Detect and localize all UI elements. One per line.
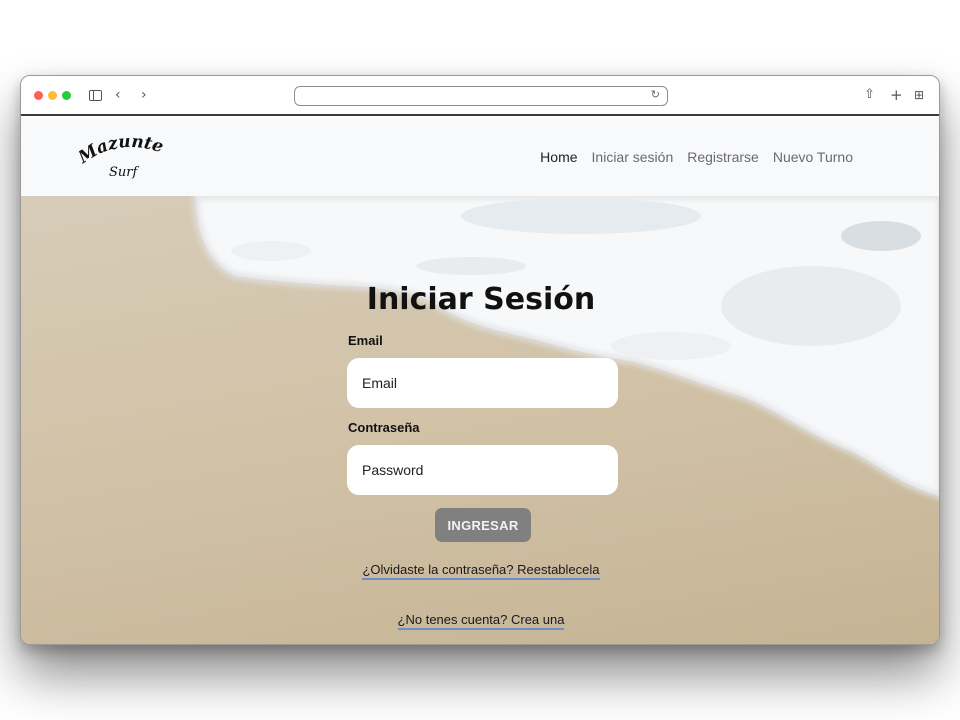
register-link[interactable]: ¿No tenes cuenta? Crea una	[397, 612, 565, 630]
chevron-left-icon[interactable]: ‹	[115, 86, 121, 104]
new-tab-icon[interactable]: +	[890, 86, 903, 104]
site-logo[interactable]: Mazunte Surf	[79, 134, 169, 182]
tab-overview-icon[interactable]: ⊞	[914, 86, 924, 104]
browser-toolbar: ‹ › ↻ ⇧ + ⊞	[21, 76, 939, 116]
forgot-password-link[interactable]: ¿Olvidaste la contraseña? Reestablecela	[362, 562, 600, 580]
email-label: Email	[348, 333, 383, 348]
hero-background: Iniciar Sesión Email Contraseña INGRESAR…	[21, 196, 939, 644]
nav-link-register[interactable]: Registrarse	[687, 149, 759, 165]
login-form: Iniciar Sesión Email Contraseña INGRESAR…	[21, 196, 939, 644]
register-link-row: ¿No tenes cuenta? Crea una	[21, 612, 939, 630]
logo-text-sub: Surf	[109, 165, 139, 180]
window-controls	[34, 91, 71, 100]
nav-links: Home Iniciar sesión Registrarse Nuevo Tu…	[540, 149, 853, 165]
forgot-password-link-row: ¿Olvidaste la contraseña? Reestablecela	[21, 562, 939, 580]
close-window-button[interactable]	[34, 91, 43, 100]
password-input[interactable]	[347, 445, 618, 495]
zoom-window-button[interactable]	[62, 91, 71, 100]
site-navbar: Mazunte Surf Home Iniciar sesión Registr…	[21, 118, 939, 196]
chevron-right-icon[interactable]: ›	[141, 86, 147, 104]
nav-link-login[interactable]: Iniciar sesión	[592, 149, 674, 165]
page-title: Iniciar Sesión	[366, 282, 596, 317]
submit-button[interactable]: INGRESAR	[435, 508, 531, 542]
sidebar-toggle-icon[interactable]	[89, 90, 102, 101]
address-bar[interactable]: ↻	[294, 86, 668, 106]
reload-icon[interactable]: ↻	[651, 88, 660, 101]
browser-window: ‹ › ↻ ⇧ + ⊞ Mazunte Surf Home Iniciar se…	[20, 75, 940, 645]
logo-text-main: Mazunte	[79, 134, 166, 168]
nav-link-home[interactable]: Home	[540, 149, 577, 165]
email-input[interactable]	[347, 358, 618, 408]
password-label: Contraseña	[348, 420, 420, 435]
minimize-window-button[interactable]	[48, 91, 57, 100]
nav-link-new-appointment[interactable]: Nuevo Turno	[773, 149, 853, 165]
share-icon[interactable]: ⇧	[864, 86, 875, 104]
